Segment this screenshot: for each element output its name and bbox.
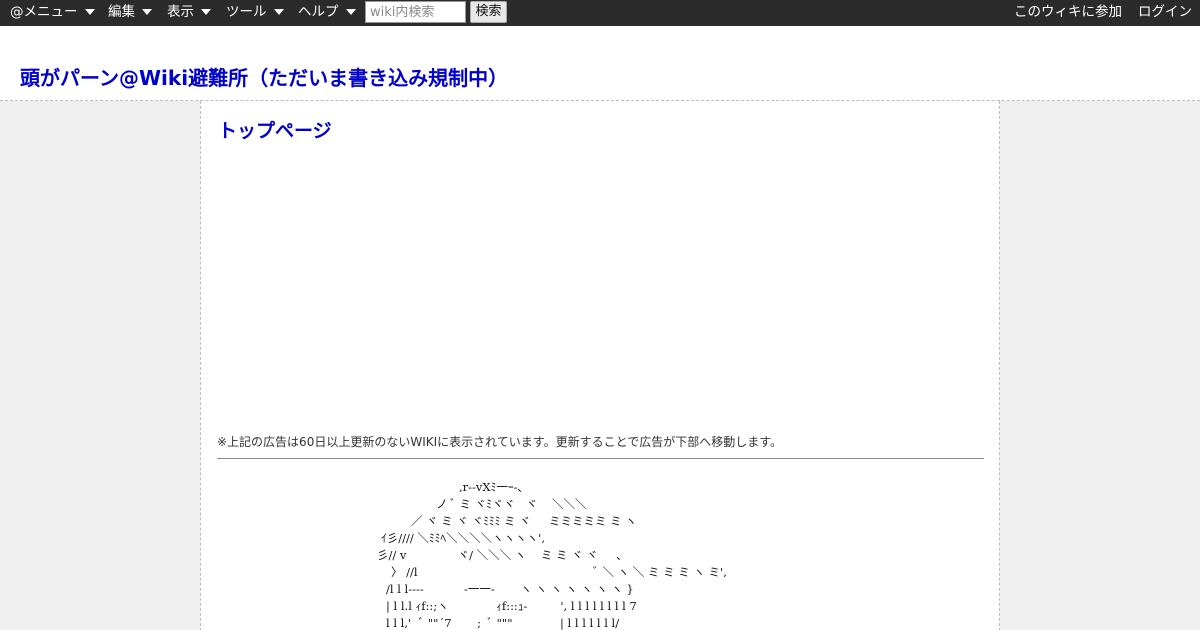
login-link[interactable]: ログイン: [1138, 0, 1192, 26]
join-wiki-link[interactable]: このウィキに参加: [1014, 0, 1122, 26]
chevron-down-icon: [142, 9, 152, 15]
menu-atmenu[interactable]: @メニュー: [10, 0, 95, 26]
ad-space: [217, 157, 983, 427]
chevron-down-icon: [201, 9, 211, 15]
chevron-down-icon: [345, 9, 356, 15]
ascii-art-line: ／ ヾ ミ ヾ ヾﾐﾐﾐ ミ ヾ ミミミミミ ミ ヽ: [411, 514, 637, 528]
site-title[interactable]: 頭がパーン@Wiki避難所（ただいま書き込み規制中）: [20, 62, 508, 91]
menu-atmenu-label: @メニュー: [10, 4, 78, 20]
ad-notice: ※上記の広告は60日以上更新のないWIKIに表示されています。更新することで広告…: [217, 435, 783, 449]
menu-tools[interactable]: ツール: [226, 0, 284, 26]
chevron-down-icon: [273, 9, 284, 15]
menu-tools-label: ツール: [226, 4, 267, 20]
ascii-art-line: /l l l--‐- ‐一一‐ ヽ ヽ ヽ ヽ ヽ ヽ ヽ }: [386, 582, 634, 596]
top-toolbar: @メニュー 編集 表示 ツール ヘルプ 検索 このウィキに参加 ログイン: [0, 0, 1200, 26]
chevron-down-icon: [84, 9, 95, 15]
menu-view-label: 表示: [167, 4, 194, 20]
menu-view[interactable]: 表示: [167, 0, 211, 26]
divider: [217, 458, 984, 459]
ascii-art-line: 彡// v ヾ/ ＼＼＼ ヽ ミ ミ ヾ ヾ 、: [377, 548, 628, 562]
menu-help-label: ヘルプ: [298, 4, 339, 20]
page-title: トップページ: [218, 120, 332, 142]
ascii-art-line: ノ ﾞ ミ ヾﾐヾヾ ヾ ＼＼＼: [436, 497, 587, 511]
search-input[interactable]: [365, 1, 466, 23]
menu-help[interactable]: ヘルプ: [298, 0, 356, 26]
ascii-art-line: 〉 //l ﾞ ＼ ヽ ＼ ミ ミ ミ ヽ ミ',: [391, 565, 727, 579]
menu-edit-label: 編集: [108, 4, 135, 20]
site-header: 頭がパーン@Wiki避難所（ただいま書き込み規制中）: [0, 26, 1200, 101]
menu-edit[interactable]: 編集: [108, 0, 152, 26]
search-button[interactable]: 検索: [470, 1, 507, 23]
ascii-art-line: ｲ彡//// ＼ﾐﾐﾍ＼＼＼＼ヽヽヽヽ',: [381, 531, 545, 545]
ascii-art-line: l l l,' ﾞ ""´7 ; ﾞ """ | l l l l l l l/: [386, 616, 620, 630]
main-content: トップページ ※上記の広告は60日以上更新のないWIKIに表示されています。更新…: [200, 101, 1000, 630]
ascii-art-line: ,r--vXﾐ一ｰ-､: [459, 480, 524, 494]
ascii-art-line: | l l.l ｨf::;ヽ ｨf:::ｭ- ', l l l l l l l …: [386, 599, 637, 613]
